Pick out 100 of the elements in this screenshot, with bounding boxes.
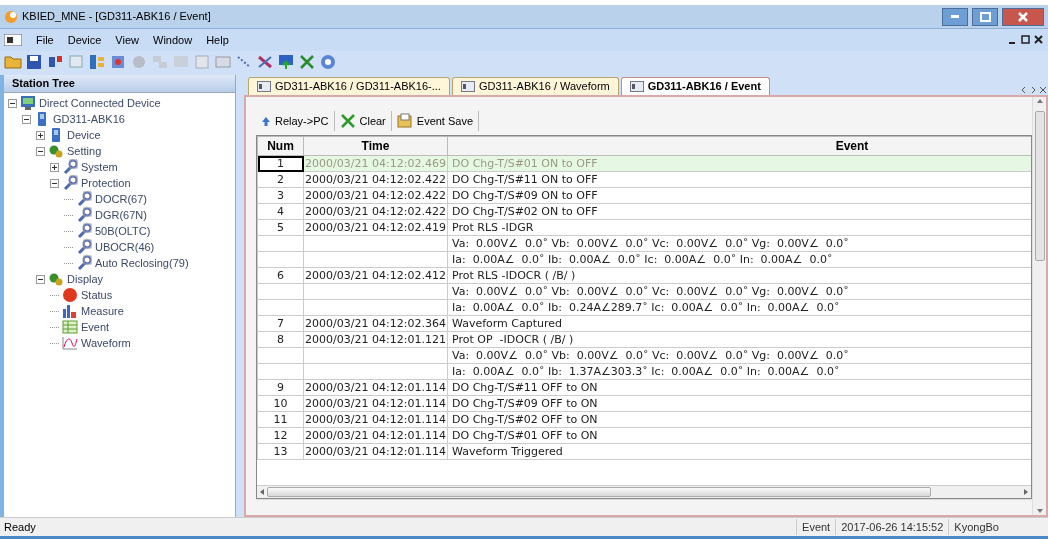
scroll-up-icon[interactable] [1035, 97, 1044, 105]
save-icon[interactable] [25, 53, 43, 71]
computer-icon [20, 95, 36, 111]
wrench-icon [62, 175, 78, 191]
help-icon[interactable] [319, 53, 337, 71]
menu-item[interactable]: Device [67, 31, 102, 49]
window-icon [4, 34, 22, 46]
up-arrow-icon [261, 115, 271, 127]
table-cell: 2000/03/21 04:12:01.114 [303, 395, 448, 412]
tab[interactable]: GD311-ABK16 / Event [620, 77, 770, 95]
collapse-toggle-icon[interactable] [50, 178, 59, 188]
collapse-toggle-icon[interactable] [36, 146, 45, 156]
tree-item[interactable]: Device [67, 126, 101, 144]
tree-item[interactable]: DGR(67N) [95, 206, 147, 224]
table-cell: 10 [257, 395, 304, 412]
tree-item[interactable]: GD311-ABK16 [53, 110, 125, 128]
table-cell: 7 [257, 315, 304, 332]
table-cell: 8 [257, 331, 304, 348]
mdi-window-controls-icon[interactable] [1008, 35, 1044, 45]
tree-item[interactable]: Display [67, 270, 104, 288]
scroll-down-icon[interactable] [1035, 507, 1044, 515]
expand-toggle-icon[interactable] [36, 130, 45, 140]
tab[interactable]: GD311-ABK16 / GD311-ABK16-... [248, 77, 450, 95]
waveform-icon [62, 335, 78, 351]
table-cell: 2000/03/21 04:12:02.469 [303, 155, 448, 172]
menu-item[interactable]: View [115, 31, 139, 49]
scrollbar-thumb[interactable] [1034, 111, 1045, 261]
table-cell: 2 [257, 171, 304, 188]
menu-item[interactable]: Help [206, 31, 229, 49]
table-cell: 12 [257, 427, 304, 444]
tree-item[interactable]: 50B(OLTC) [95, 222, 151, 240]
table-cell: 2000/03/21 04:12:02.422 [303, 187, 448, 204]
minimize-icon [951, 15, 959, 18]
table-cell: 2000/03/21 04:12:02.412 [303, 267, 448, 284]
toolbar-button[interactable]: Clear [334, 111, 392, 131]
tab-scroll-icon[interactable] [1020, 85, 1048, 95]
tree-item[interactable]: Auto Reclosing(79) [95, 254, 189, 272]
export-icon[interactable] [277, 53, 295, 71]
tree-item[interactable]: System [81, 158, 118, 176]
document-icon [629, 81, 644, 92]
table-cell: 4 [257, 203, 304, 220]
collapse-toggle-icon[interactable] [22, 114, 31, 124]
save-icon [396, 113, 413, 129]
tree-icon[interactable] [88, 53, 106, 71]
status-text: Ready [4, 519, 37, 535]
column-header: Time [303, 136, 448, 156]
table-cell: 11 [257, 411, 304, 428]
tree-item[interactable]: Waveform [81, 334, 131, 352]
menu-item[interactable]: File [36, 31, 54, 49]
tree-item[interactable]: Measure [81, 302, 124, 320]
tree-item[interactable]: Event [81, 318, 110, 336]
table-cell: 5 [257, 219, 304, 236]
tree-item[interactable]: Status [81, 286, 113, 304]
wrench-icon [62, 159, 78, 175]
collapse-toggle-icon[interactable] [36, 274, 45, 284]
tree-item[interactable]: UBOCR(46) [95, 238, 155, 256]
document-icon [460, 81, 475, 92]
vertical-scrollbar[interactable] [1032, 97, 1046, 515]
tree-item[interactable]: Setting [67, 142, 102, 160]
tree-item[interactable]: Protection [81, 174, 131, 192]
status-panel: KyongBo [948, 518, 1004, 536]
column-header: Event [447, 136, 1031, 156]
tree-item[interactable]: Direct Connected Device [39, 94, 161, 112]
menu-item[interactable]: Window [153, 31, 193, 49]
table-cell: 2000/03/21 04:12:02.364 [303, 315, 448, 332]
toolbar-button[interactable]: Relay->PC [256, 111, 335, 131]
horizontal-scrollbar[interactable] [257, 485, 1031, 498]
wrench-icon [76, 239, 92, 255]
scrollbar-thumb[interactable] [267, 487, 931, 497]
table-cell: 2000/03/21 04:12:01.121 [303, 331, 448, 348]
table-cell: 2000/03/21 04:12:02.422 [303, 171, 448, 188]
table-cell: 9 [257, 379, 304, 396]
toolbar-button[interactable]: Event Save [391, 111, 480, 131]
unlink-icon[interactable] [256, 53, 274, 71]
gears-icon [48, 271, 64, 287]
table-cell: 2000/03/21 04:12:02.422 [303, 203, 448, 220]
table-cell: 2000/03/21 04:12:01.114 [303, 379, 448, 396]
table-cell: 2000/03/21 04:12:01.114 [303, 411, 448, 428]
table-cell: 6 [257, 267, 304, 284]
table-cell: 2000/03/21 04:12:01.114 [303, 427, 448, 444]
status-panel: 2017-06-26 14:15:52 [835, 518, 949, 536]
expand-toggle-icon[interactable] [50, 162, 59, 172]
close-icon [1018, 11, 1028, 22]
wrench-icon [76, 223, 92, 239]
wrench-icon [76, 255, 92, 271]
collapse-toggle-icon[interactable] [8, 98, 17, 108]
table-cell: 2000/03/21 04:12:01.114 [303, 443, 448, 460]
minimize-button[interactable] [942, 7, 968, 26]
tree-item[interactable]: DOCR(67) [95, 190, 147, 208]
document-icon [257, 81, 271, 92]
cross-icon[interactable] [298, 53, 316, 71]
bar-chart-icon [62, 303, 78, 319]
close-button[interactable] [1002, 7, 1044, 26]
maximize-icon [979, 11, 991, 22]
wrench-icon [76, 207, 92, 223]
maximize-button[interactable] [972, 7, 998, 26]
table-cell: 3 [257, 187, 304, 204]
tab[interactable]: GD311-ABK16 / Waveform [451, 77, 619, 95]
wrench-icon [76, 191, 92, 207]
table-cell: 2000/03/21 04:12:02.419 [303, 219, 448, 236]
